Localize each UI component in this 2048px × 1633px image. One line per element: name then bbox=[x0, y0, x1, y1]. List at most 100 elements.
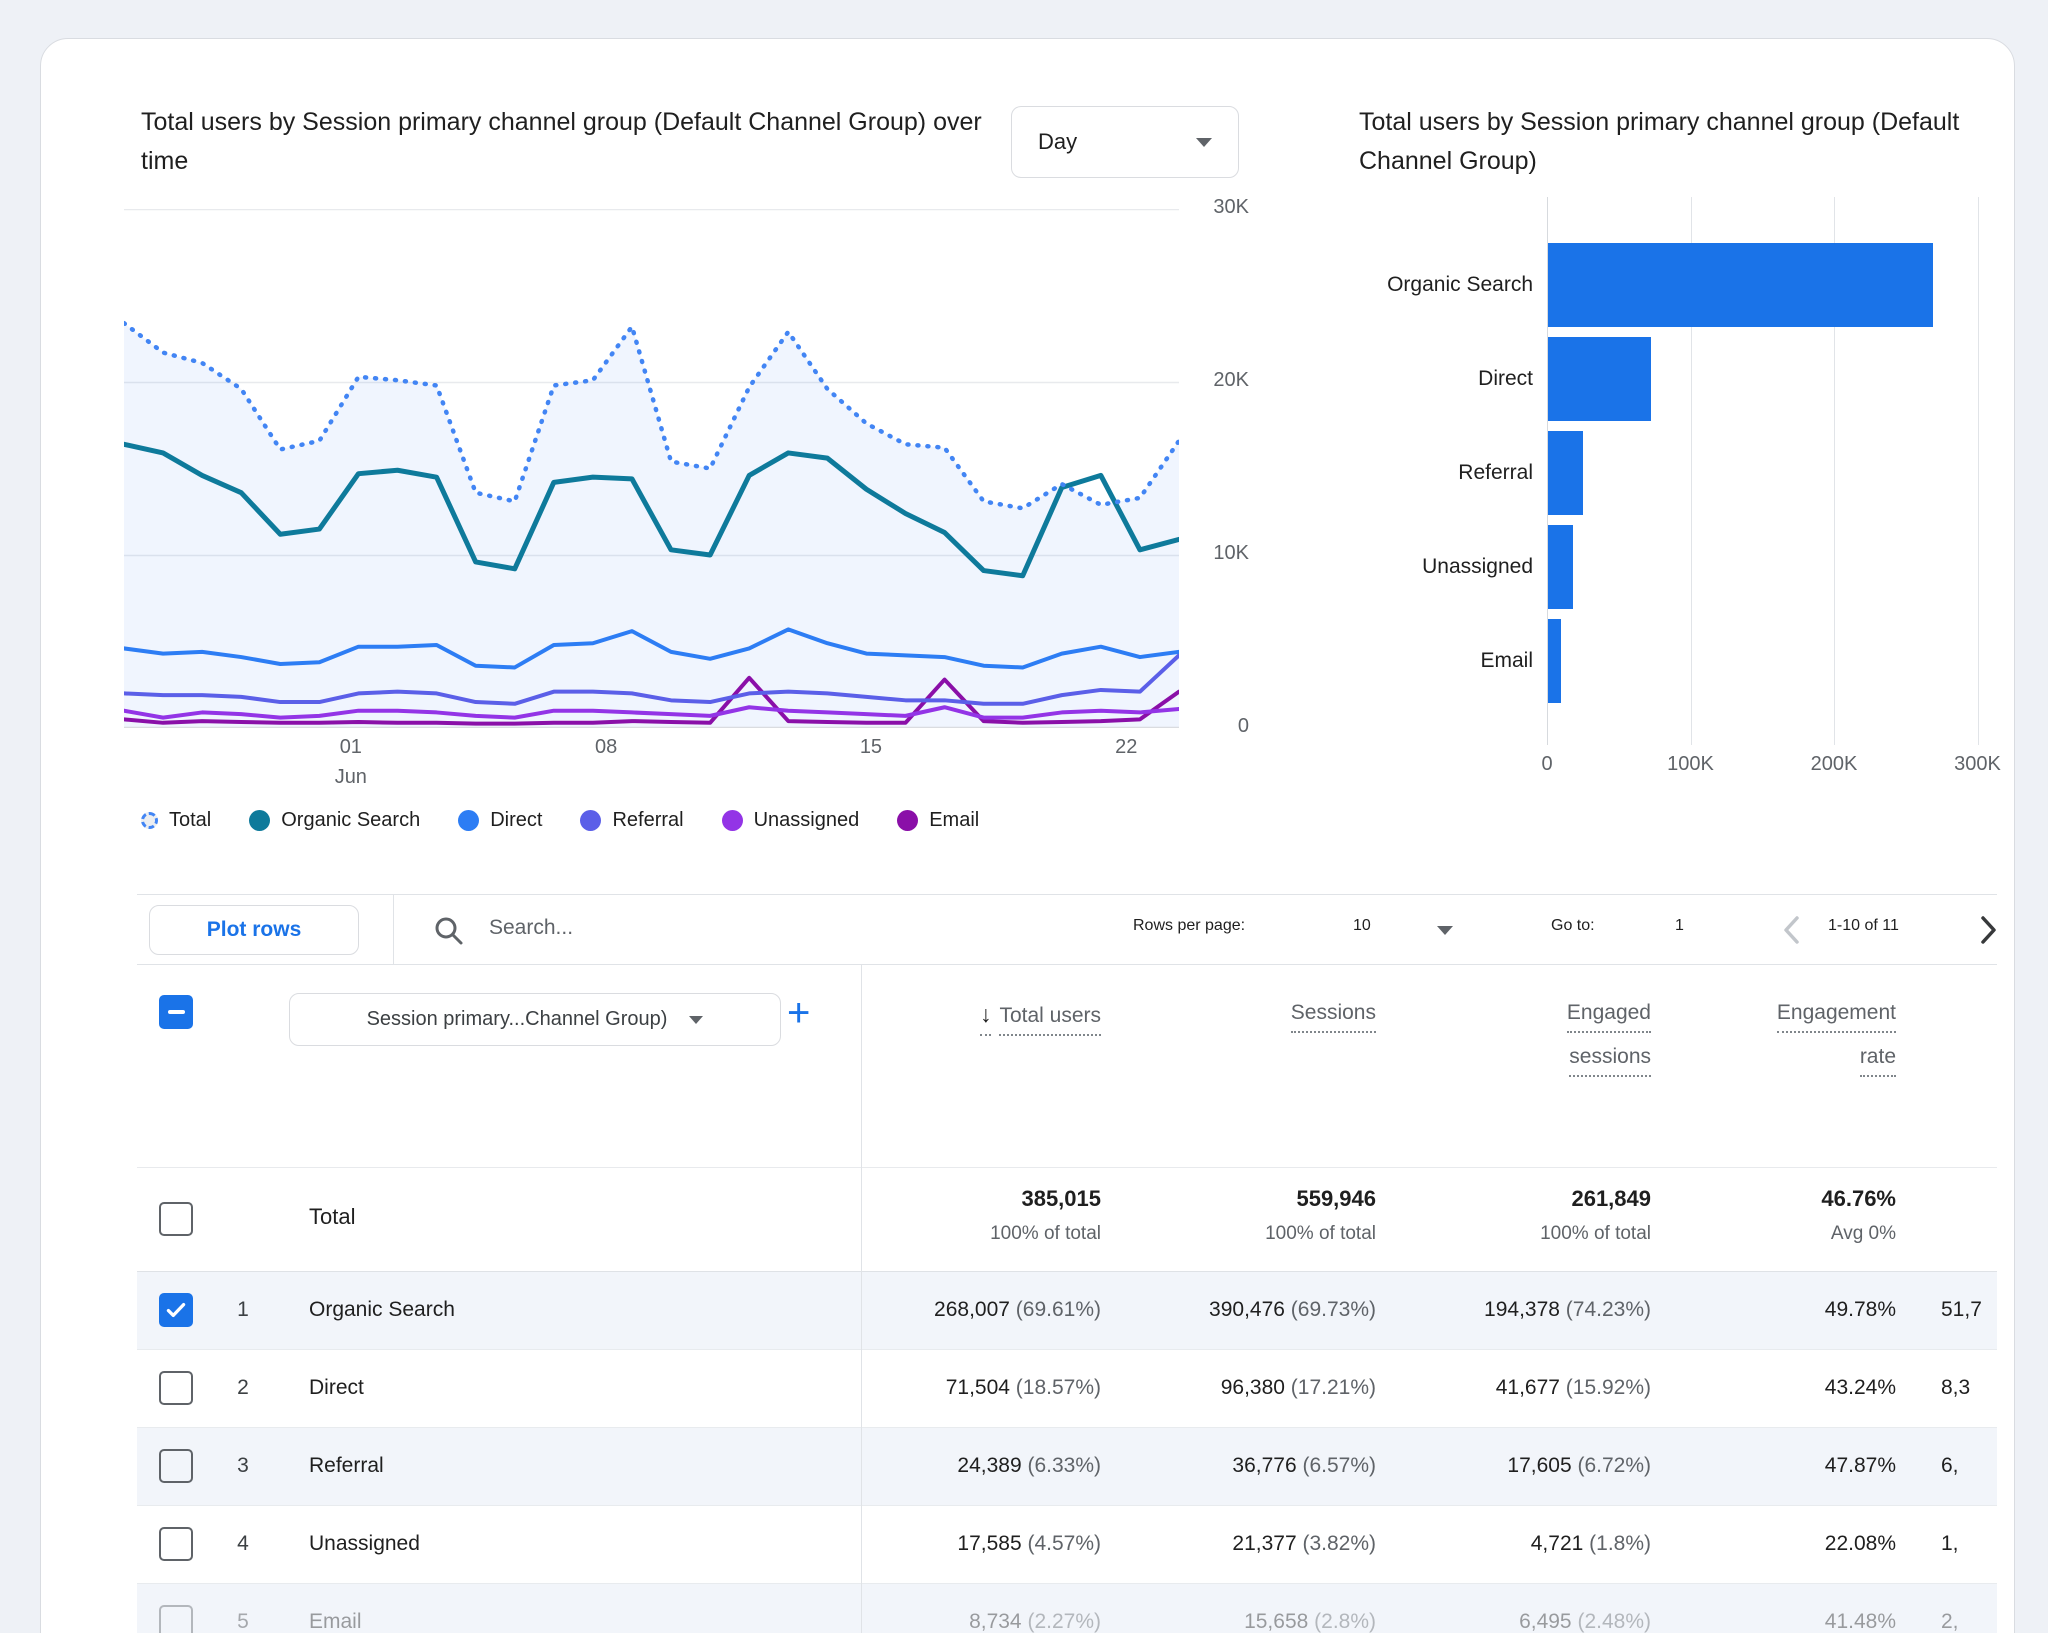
bar-chart[interactable] bbox=[1547, 197, 2009, 745]
bar-unassigned[interactable] bbox=[1548, 525, 1573, 609]
row-checkbox[interactable] bbox=[159, 1293, 193, 1327]
bar-x-axis-tick: 300K bbox=[1933, 753, 2023, 776]
legend-item-organic-search[interactable]: Organic Search bbox=[249, 809, 420, 832]
total-value: 46.76% bbox=[1496, 1186, 1896, 1212]
bar-chart-title: Total users by Session primary channel g… bbox=[1359, 103, 1979, 181]
bar-organic-search[interactable] bbox=[1548, 243, 1933, 327]
row-index: 5 bbox=[225, 1610, 261, 1633]
pagination-range: 1-10 of 11 bbox=[1828, 917, 1899, 935]
goto-label: Go to: bbox=[1551, 917, 1595, 935]
row-checkbox[interactable] bbox=[159, 1449, 193, 1483]
rows-per-page-select[interactable]: 10 bbox=[1353, 917, 1371, 935]
clipped-metric-cell: 8,3 bbox=[1941, 1376, 1970, 1400]
metric-cell: 43.24% bbox=[1496, 1376, 1896, 1400]
legend-dot-icon bbox=[722, 810, 743, 831]
select-all-checkbox[interactable] bbox=[159, 995, 193, 1029]
row-checkbox[interactable] bbox=[159, 1527, 193, 1561]
legend-dot-icon bbox=[249, 810, 270, 831]
channel-name: Organic Search bbox=[309, 1298, 455, 1322]
row-checkbox[interactable] bbox=[159, 1605, 193, 1633]
metric-cell: 22.08% bbox=[1496, 1532, 1896, 1556]
y-axis-tick: 0 bbox=[1187, 715, 1249, 741]
report-card: Total users by Session primary channel g… bbox=[40, 38, 2015, 1633]
row-index: 4 bbox=[225, 1532, 261, 1556]
legend-dot-icon bbox=[458, 810, 479, 831]
bar-category-label: Referral bbox=[1133, 461, 1533, 485]
chart-legend: Total Organic Search Direct Referral Unassig… bbox=[141, 809, 979, 832]
granularity-value: Day bbox=[1038, 129, 1196, 155]
search-input[interactable]: Search... bbox=[489, 916, 573, 940]
bar-referral[interactable] bbox=[1548, 431, 1583, 515]
bar-category-label: Unassigned bbox=[1133, 555, 1533, 579]
chevron-down-icon bbox=[1196, 138, 1212, 147]
metric-cell: 49.78% bbox=[1496, 1298, 1896, 1322]
x-axis-tick: 08 bbox=[566, 736, 646, 759]
legend-label: Direct bbox=[490, 809, 542, 832]
clipped-metric-cell: 1, bbox=[1941, 1532, 1959, 1556]
table-column-divider bbox=[861, 965, 862, 1633]
column-header-engagement-rate[interactable]: Engagementrate bbox=[1496, 1001, 1896, 1089]
check-icon bbox=[163, 1297, 189, 1323]
plot-rows-button[interactable]: Plot rows bbox=[149, 905, 359, 955]
legend-item-unassigned[interactable]: Unassigned bbox=[722, 809, 860, 832]
legend-label: Email bbox=[929, 809, 979, 832]
x-axis-month-label: Jun bbox=[311, 766, 391, 789]
metric-cell: 41.48% bbox=[1496, 1610, 1896, 1633]
row-index: 1 bbox=[225, 1298, 261, 1322]
table-row-email[interactable]: 5Email8,734 (2.27%)15,658 (2.8%)6,495 (2… bbox=[137, 1584, 1997, 1633]
legend-label: Unassigned bbox=[754, 809, 860, 832]
legend-label: Organic Search bbox=[281, 809, 420, 832]
total-subtext: Avg 0% bbox=[1496, 1223, 1896, 1245]
legend-dot-icon bbox=[580, 810, 601, 831]
table-row-organic-search[interactable]: 1Organic Search268,007 (69.61%)390,476 (… bbox=[137, 1272, 1997, 1350]
bar-x-axis-tick: 100K bbox=[1646, 753, 1736, 776]
channel-name: Unassigned bbox=[309, 1532, 420, 1556]
legend-item-email[interactable]: Email bbox=[897, 809, 979, 832]
dimension-selector-value: Session primary...Channel Group) bbox=[367, 1008, 668, 1031]
bar-category-label: Email bbox=[1133, 649, 1533, 673]
bar-gridline bbox=[1978, 197, 1979, 745]
y-axis-tick: 30K bbox=[1187, 196, 1249, 222]
table-total-row: Total 385,015100% of total559,946100% of… bbox=[137, 1168, 1997, 1272]
line-chart[interactable] bbox=[124, 209, 1179, 728]
total-row-label: Total bbox=[309, 1204, 355, 1230]
total-row-checkbox[interactable] bbox=[159, 1202, 193, 1236]
bar-x-axis-tick: 200K bbox=[1789, 753, 1879, 776]
goto-page-input[interactable]: 1 bbox=[1675, 917, 1684, 935]
row-index: 3 bbox=[225, 1454, 261, 1478]
legend-dot-icon bbox=[897, 810, 918, 831]
bar-x-axis-tick: 0 bbox=[1502, 753, 1592, 776]
data-table: Plot rows Search... Rows per page: 10 Go… bbox=[137, 894, 1997, 1633]
bar-direct[interactable] bbox=[1548, 337, 1651, 421]
table-row-referral[interactable]: 3Referral24,389 (6.33%)36,776 (6.57%)17,… bbox=[137, 1428, 1997, 1506]
granularity-dropdown[interactable]: Day bbox=[1011, 106, 1239, 178]
clipped-metric-cell: 2, bbox=[1941, 1610, 1959, 1633]
next-page-icon[interactable] bbox=[1975, 912, 1997, 948]
channel-name: Direct bbox=[309, 1376, 364, 1400]
legend-item-direct[interactable]: Direct bbox=[458, 809, 542, 832]
bar-email[interactable] bbox=[1548, 619, 1561, 703]
table-row-unassigned[interactable]: 4Unassigned17,585 (4.57%)21,377 (3.82%)4… bbox=[137, 1506, 1997, 1584]
toolbar-divider bbox=[393, 895, 394, 965]
row-checkbox[interactable] bbox=[159, 1371, 193, 1405]
table-toolbar: Plot rows Search... Rows per page: 10 Go… bbox=[137, 895, 1997, 965]
legend-item-total[interactable]: Total bbox=[141, 809, 211, 832]
channel-name: Email bbox=[309, 1610, 362, 1633]
previous-page-icon[interactable] bbox=[1779, 912, 1805, 948]
bar-category-label: Organic Search bbox=[1133, 273, 1533, 297]
bar-category-label: Direct bbox=[1133, 367, 1533, 391]
rows-per-page-label: Rows per page: bbox=[1133, 917, 1245, 935]
channel-name: Referral bbox=[309, 1454, 384, 1478]
legend-label: Referral bbox=[612, 809, 683, 832]
table-row-direct[interactable]: 2Direct71,504 (18.57%)96,380 (17.21%)41,… bbox=[137, 1350, 1997, 1428]
chevron-down-icon[interactable] bbox=[1437, 926, 1453, 935]
total-cell: 46.76% Avg 0% bbox=[1496, 1186, 1896, 1245]
x-axis-tick: 01 bbox=[311, 736, 391, 759]
legend-item-referral[interactable]: Referral bbox=[580, 809, 683, 832]
clipped-metric-cell: 51,7 bbox=[1941, 1298, 1982, 1322]
table-rows: 1Organic Search268,007 (69.61%)390,476 (… bbox=[137, 1272, 1997, 1633]
metric-cell: 47.87% bbox=[1496, 1454, 1896, 1478]
clipped-metric-cell: 6, bbox=[1941, 1454, 1959, 1478]
dashed-ring-icon bbox=[141, 812, 158, 829]
row-index: 2 bbox=[225, 1376, 261, 1400]
